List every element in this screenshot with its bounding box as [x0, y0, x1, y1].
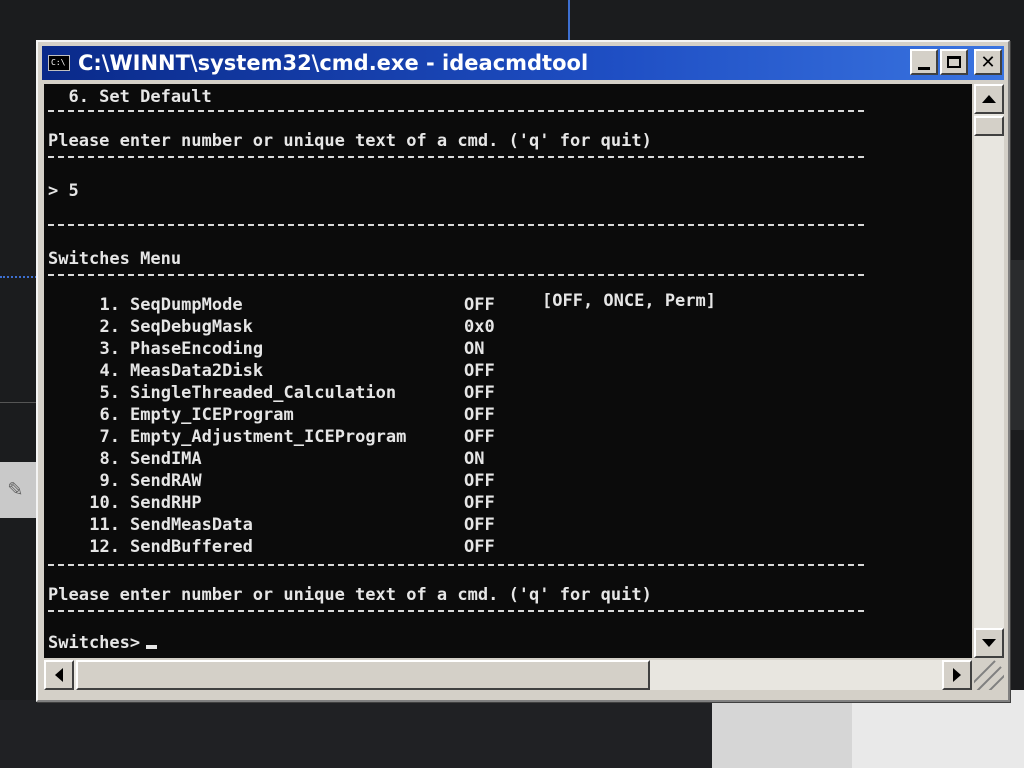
separator: [48, 274, 864, 276]
user-input-line: > 5: [48, 181, 79, 201]
prompt-label: Switches>: [48, 633, 141, 653]
switch-number: 8.: [99, 449, 120, 469]
maximize-button[interactable]: [940, 49, 968, 75]
separator: [48, 564, 864, 566]
vertical-scrollbar[interactable]: [974, 84, 1004, 658]
menu-item-set-default: 6. Set Default: [48, 87, 212, 107]
switch-value: OFF: [464, 405, 495, 425]
window-title: C:\WINNT\system32\cmd.exe - ideacmdtool: [78, 51, 589, 75]
switch-row: 7. Empty_Adjustment_ICEProgram OFF: [72, 426, 495, 448]
switch-value: OFF: [464, 493, 495, 513]
switch-number: 1.: [99, 295, 120, 315]
separator: [48, 224, 864, 226]
separator: [48, 610, 864, 612]
switch-name: MeasData2Disk: [130, 361, 264, 381]
switch-value: ON: [464, 339, 485, 359]
pen-tool-icon[interactable]: ✎: [8, 474, 36, 502]
console-output[interactable]: 6. Set Default Please enter number or un…: [44, 84, 972, 658]
window-controls: ✕: [910, 49, 1002, 75]
vertical-scroll-thumb[interactable]: [974, 116, 1004, 136]
scroll-right-button[interactable]: [942, 660, 972, 690]
switch-name: Empty_ICEProgram: [130, 405, 294, 425]
switch-number: 10.: [89, 493, 120, 513]
menu-title: Switches Menu: [48, 249, 182, 269]
separator: [48, 110, 864, 112]
switch-row: 10. SendRHP OFF: [72, 492, 494, 514]
switch-number: 6.: [99, 405, 120, 425]
arrow-down-icon: [982, 639, 996, 647]
switch-name: SendRAW: [130, 471, 202, 491]
switch-row: 8. SendIMA ON: [72, 448, 485, 470]
scroll-left-button[interactable]: [44, 660, 74, 690]
switch-row: 12. SendBuffered OFF: [72, 536, 494, 558]
close-icon: ✕: [980, 51, 996, 73]
switch-number: 11.: [89, 515, 120, 535]
switch-number: 2.: [99, 317, 120, 337]
desktop-background-window: [1008, 260, 1024, 430]
switch-name: SeqDebugMask: [130, 317, 253, 337]
switch-number: 9.: [99, 471, 120, 491]
title-bar[interactable]: C:\ C:\WINNT\system32\cmd.exe - ideacmdt…: [42, 46, 1004, 80]
switch-row: 1. SeqDumpMode OFF: [72, 294, 495, 316]
arrow-left-icon: [55, 668, 63, 682]
switch-name: SingleThreaded_Calculation: [130, 383, 397, 403]
switch-number: 3.: [99, 339, 120, 359]
horizontal-scroll-thumb[interactable]: [76, 660, 650, 690]
cmd-window[interactable]: C:\ C:\WINNT\system32\cmd.exe - ideacmdt…: [36, 40, 1010, 702]
switch-row: 4. MeasData2Disk OFF: [72, 360, 495, 382]
switch-number: 12.: [89, 537, 120, 557]
switch-name: SendRHP: [130, 493, 202, 513]
scroll-up-button[interactable]: [974, 84, 1004, 114]
prompt-instruction: Please enter number or unique text of a …: [48, 585, 652, 605]
scroll-down-button[interactable]: [974, 628, 1004, 658]
switch-value: OFF: [464, 515, 495, 535]
command-prompt[interactable]: Switches>: [48, 632, 158, 654]
switch-name: Empty_Adjustment_ICEProgram: [130, 427, 407, 447]
desktop-background-window: [712, 698, 852, 768]
horizontal-scrollbar[interactable]: [44, 660, 972, 690]
minimize-button[interactable]: [910, 49, 938, 75]
resize-grip[interactable]: [974, 660, 1004, 690]
switch-name: SendIMA: [130, 449, 202, 469]
close-button[interactable]: ✕: [974, 49, 1002, 75]
switch-name: SendBuffered: [130, 537, 253, 557]
desktop-background: [0, 700, 712, 768]
maximize-icon: [947, 56, 961, 68]
seqdump-options: [OFF, ONCE, Perm]: [542, 291, 716, 311]
switch-row: 2. SeqDebugMask 0x0: [72, 316, 495, 338]
switch-row: 6. Empty_ICEProgram OFF: [72, 404, 495, 426]
switch-name: PhaseEncoding: [130, 339, 264, 359]
arrow-up-icon: [982, 95, 996, 103]
switch-value: ON: [464, 449, 485, 469]
switch-row: 5. SingleThreaded_Calculation OFF: [72, 382, 495, 404]
prompt-instruction: Please enter number or unique text of a …: [48, 131, 652, 151]
switch-value: OFF: [464, 471, 495, 491]
switch-row: 11. SendMeasData OFF: [72, 514, 494, 536]
separator: [48, 156, 864, 158]
switch-name: SendMeasData: [130, 515, 253, 535]
switch-value: OFF: [464, 361, 495, 381]
switch-value: OFF: [464, 383, 495, 403]
switch-value: 0x0: [464, 317, 495, 337]
switch-number: 7.: [99, 427, 120, 447]
desktop-guide-line: [568, 0, 570, 40]
switch-value: OFF: [464, 427, 495, 447]
switch-row: 3. PhaseEncoding ON: [72, 338, 485, 360]
console-icon[interactable]: C:\: [48, 55, 70, 71]
minimize-icon: [918, 66, 930, 70]
switch-number: 4.: [99, 361, 120, 381]
switch-number: 5.: [99, 383, 120, 403]
switch-row: 9. SendRAW OFF: [72, 470, 495, 492]
switch-value: OFF: [464, 295, 495, 315]
switch-value: OFF: [464, 537, 495, 557]
desktop-guide-line: [0, 276, 40, 278]
switch-name: SeqDumpMode: [130, 295, 243, 315]
arrow-right-icon: [953, 668, 961, 682]
text-cursor: [146, 645, 158, 649]
desktop-divider: [0, 402, 40, 403]
